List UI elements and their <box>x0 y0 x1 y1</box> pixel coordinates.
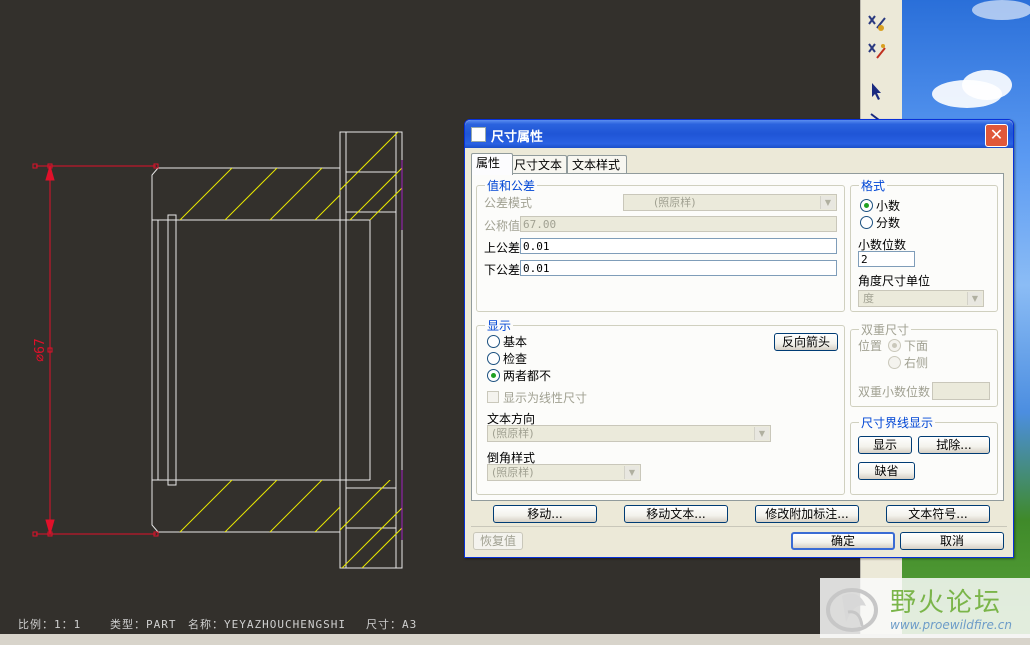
witness-line-group: 尺寸界线显示 <box>850 414 998 495</box>
tolerance-mode-label: 公差模式 <box>484 196 533 210</box>
below-label: 下面 <box>904 339 929 353</box>
move-button[interactable]: 移动... <box>493 505 597 523</box>
chevron-down-icon: ▼ <box>967 292 982 305</box>
default-witness-button[interactable]: 缺省 <box>858 462 915 480</box>
dual-decimal-label: 双重小数位数 <box>858 385 931 399</box>
dual-dimension-legend: 双重尺寸 <box>861 323 910 337</box>
position-label: 位置 <box>858 339 883 353</box>
decimal-places-input[interactable]: 2 <box>858 251 915 267</box>
reverse-arrow-button[interactable]: 反向箭头 <box>774 333 838 351</box>
window-icon <box>471 127 486 142</box>
tolerance-mode-select: (照原样) ▼ <box>623 194 837 211</box>
dual-decimal-input <box>932 382 990 400</box>
linear-dimension-label: 显示为线性尺寸 <box>503 391 588 405</box>
datum-icon <box>868 15 886 31</box>
watermark-title: 野火论坛 <box>890 588 1003 618</box>
tab-properties[interactable]: 属性 <box>471 153 513 175</box>
chevron-down-icon: ▼ <box>820 196 835 209</box>
show-witness-button[interactable]: 显示 <box>858 436 912 454</box>
modify-note-button[interactable]: 修改附加标注... <box>755 505 859 523</box>
dialog-titlebar[interactable]: 尺寸属性 ✕ <box>465 120 1013 148</box>
status-bar: 比例：1：1 类型：PART 名称：YEYAZHOUCHENGSHI 尺寸：A3 <box>0 612 860 634</box>
text-direction-value: (照原样) <box>492 427 534 440</box>
name-text: 名称：YEYAZHOUCHENGSHI <box>188 618 346 631</box>
basic-label: 基本 <box>503 335 528 349</box>
properties-panel: 值和公差 公差模式 (照原样) ▼ 公称值 67.00 上公差 0.01 下公差… <box>471 173 1004 501</box>
format-legend: 格式 <box>861 179 886 193</box>
sketch-icon <box>868 43 886 59</box>
tab-dimension-text[interactable]: 尺寸文本 <box>509 155 567 174</box>
move-text-button[interactable]: 移动文本... <box>624 505 728 523</box>
below-radio <box>888 339 901 352</box>
inspect-radio[interactable] <box>487 352 500 365</box>
tolerance-mode-value: (照原样) <box>654 196 696 209</box>
watermark-url: www.proewildfire.cn <box>890 618 1012 632</box>
neither-radio[interactable] <box>487 369 500 382</box>
chevron-down-icon: ▼ <box>754 427 769 440</box>
linear-dimension-checkbox <box>487 391 499 403</box>
dialog-title: 尺寸属性 <box>491 130 544 145</box>
text-direction-select: (照原样) ▼ <box>487 425 771 442</box>
sketch-tool-icon[interactable] <box>863 38 889 64</box>
restore-button: 恢复值 <box>473 532 523 550</box>
scale-text: 比例：1：1 <box>18 618 82 631</box>
diameter-dimension <box>32 163 159 537</box>
upper-tolerance-input[interactable]: 0.01 <box>520 238 837 254</box>
value-tolerance-legend: 值和公差 <box>487 179 536 193</box>
select-tool-icon[interactable] <box>863 78 889 104</box>
size-text: 尺寸：A3 <box>366 618 418 631</box>
footer-divider <box>471 526 1007 527</box>
tab-text-style[interactable]: 文本样式 <box>567 155 627 174</box>
text-symbol-button[interactable]: 文本符号... <box>886 505 990 523</box>
dimension-text[interactable]: ⌀67 <box>33 338 48 361</box>
erase-witness-button[interactable]: 拭除... <box>918 436 990 454</box>
angle-unit-value: 度 <box>863 292 874 305</box>
right-label: 右侧 <box>904 356 929 370</box>
nominal-input: 67.00 <box>520 216 837 232</box>
decimal-radio[interactable] <box>860 199 873 212</box>
chevron-down-icon: ▼ <box>624 466 639 479</box>
fraction-label: 分数 <box>876 216 901 230</box>
witness-line-legend: 尺寸界线显示 <box>861 416 934 430</box>
nominal-label: 公称值 <box>484 219 521 233</box>
pointer-icon <box>872 83 881 100</box>
display-legend: 显示 <box>487 319 512 333</box>
angle-unit-label: 角度尺寸单位 <box>858 274 931 288</box>
fraction-radio[interactable] <box>860 216 873 229</box>
chamfer-style-select: (照原样) ▼ <box>487 464 641 481</box>
type-text: 类型：PART <box>110 618 177 631</box>
ok-button[interactable]: 确定 <box>791 532 895 550</box>
chamfer-style-value: (照原样) <box>492 466 534 479</box>
forum-logo-icon <box>826 588 878 632</box>
inspect-label: 检查 <box>503 352 528 366</box>
right-radio <box>888 356 901 369</box>
upper-tolerance-label: 上公差 <box>484 241 521 255</box>
watermark: 野火论坛 www.proewildfire.cn <box>820 578 1030 638</box>
lower-tolerance-input[interactable]: 0.01 <box>520 260 837 276</box>
lower-tolerance-label: 下公差 <box>484 263 521 277</box>
dimension-properties-dialog: 尺寸属性 ✕ 属性 尺寸文本 文本样式 值和公差 公差模式 (照原样) ▼ 公称… <box>464 119 1014 558</box>
datum-tool-icon[interactable] <box>863 10 889 36</box>
close-icon[interactable]: ✕ <box>985 124 1008 147</box>
angle-unit-select: 度 ▼ <box>858 290 984 307</box>
neither-label: 两者都不 <box>503 369 552 383</box>
basic-radio[interactable] <box>487 335 500 348</box>
cancel-button[interactable]: 取消 <box>900 532 1004 550</box>
decimal-label: 小数 <box>876 199 901 213</box>
